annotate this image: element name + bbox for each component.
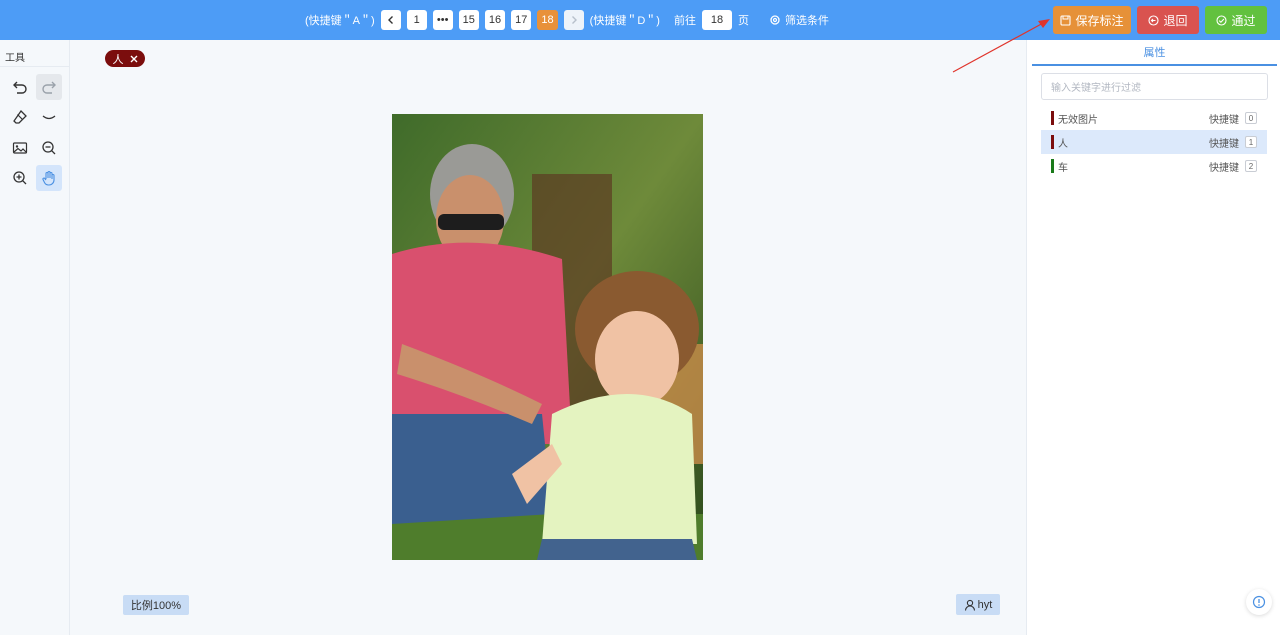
zoom-in-button[interactable] (7, 165, 33, 191)
tools-title: 工具 (5, 53, 25, 64)
undo-icon (13, 81, 27, 94)
top-toolbar: (快捷键＂A＂) 1 ••• 15 16 17 18 (快捷键＂D＂) 前往 1… (0, 0, 1280, 40)
page-1[interactable]: 1 (406, 10, 427, 30)
label-item-person[interactable]: 人 快捷键 1 (1041, 130, 1267, 154)
return-label: 退回 (1163, 13, 1188, 28)
label-name: 车 (1058, 162, 1068, 174)
shortcut-key: 0 (1245, 112, 1257, 124)
hide-labels-button[interactable] (36, 104, 62, 130)
save-annotation-button[interactable]: 保存标注 (1053, 6, 1131, 34)
info-icon (1252, 595, 1266, 609)
label-name: 无效图片 (1058, 114, 1098, 126)
next-shortcut-hint: (快捷键＂D＂) (589, 15, 660, 27)
eraser-button[interactable] (7, 104, 33, 130)
help-button[interactable] (1246, 589, 1272, 615)
prev-page-button[interactable] (380, 10, 401, 30)
tool-panel: 工具 (0, 40, 70, 635)
label-name: 人 (1058, 138, 1068, 150)
page-17[interactable]: 17 (511, 10, 532, 30)
next-page-button[interactable] (563, 10, 584, 30)
image-icon (12, 142, 28, 154)
label-color-swatch (1051, 135, 1054, 149)
active-label-tag[interactable]: 人 (105, 50, 145, 67)
label-item-invalid[interactable]: 无效图片 快捷键 0 (1041, 106, 1267, 130)
prev-shortcut-hint: (快捷键＂A＂) (305, 15, 375, 27)
chevron-left-icon (387, 16, 393, 24)
pass-label: 通过 (1231, 13, 1256, 28)
goto-label: 前往 (673, 15, 696, 27)
chevron-right-icon (571, 16, 577, 24)
return-button[interactable]: 退回 (1137, 6, 1199, 34)
zoom-scale-label: 比例100% (123, 595, 189, 615)
pass-button[interactable]: 通过 (1205, 6, 1267, 34)
close-icon[interactable] (130, 55, 138, 63)
shortcut-label: 快捷键 (1209, 162, 1239, 174)
shortcut-label: 快捷键 (1209, 138, 1239, 150)
filter-button[interactable]: 筛选条件 (769, 12, 829, 28)
redo-button[interactable] (36, 74, 62, 100)
label-color-swatch (1051, 159, 1054, 173)
active-label-text: 人 (112, 53, 124, 66)
page-18-current[interactable]: 18 (537, 10, 558, 30)
page-15[interactable]: 15 (458, 10, 479, 30)
shortcut-key: 2 (1245, 160, 1257, 172)
page-suffix: 页 (737, 15, 749, 27)
hand-icon (42, 170, 55, 186)
pan-hand-button[interactable] (36, 165, 62, 191)
shortcut-key: 1 (1245, 136, 1257, 148)
return-icon (1148, 14, 1160, 26)
zoom-in-icon (13, 171, 27, 185)
divider (0, 66, 69, 67)
eraser-icon (13, 109, 27, 124)
filter-label: 筛选条件 (784, 15, 829, 27)
page-16[interactable]: 16 (484, 10, 506, 30)
page-ellipsis[interactable]: ••• (432, 10, 453, 30)
save-icon (1060, 14, 1072, 26)
tab-attributes[interactable]: 属性 (1032, 40, 1277, 66)
gear-icon (770, 15, 780, 25)
redo-icon (42, 81, 56, 94)
shortcut-label: 快捷键 (1209, 114, 1239, 126)
attribute-panel: 属性 输入关键字进行过滤 无效图片 快捷键 0 人 快捷键 1 车 快捷键 2 (1026, 40, 1280, 635)
image-button[interactable] (7, 135, 33, 161)
zoom-out-button[interactable] (36, 135, 62, 161)
label-color-swatch (1051, 111, 1054, 125)
user-icon (964, 599, 975, 611)
photo-placeholder (392, 114, 703, 560)
label-item-car[interactable]: 车 快捷键 2 (1041, 154, 1267, 178)
user-badge: hyt (956, 594, 1000, 615)
save-label: 保存标注 (1075, 13, 1124, 28)
undo-button[interactable] (7, 74, 33, 100)
eye-closed-icon (42, 115, 56, 120)
label-filter-input[interactable]: 输入关键字进行过滤 (1041, 73, 1268, 100)
zoom-out-icon (42, 141, 56, 155)
username: hyt (977, 598, 993, 611)
goto-page-input[interactable]: 18 (701, 10, 732, 30)
check-circle-icon (1216, 14, 1228, 26)
pagination: (快捷键＂A＂) 1 ••• 15 16 17 18 (快捷键＂D＂) 前往 1… (305, 10, 829, 30)
annotation-image[interactable] (392, 114, 703, 560)
